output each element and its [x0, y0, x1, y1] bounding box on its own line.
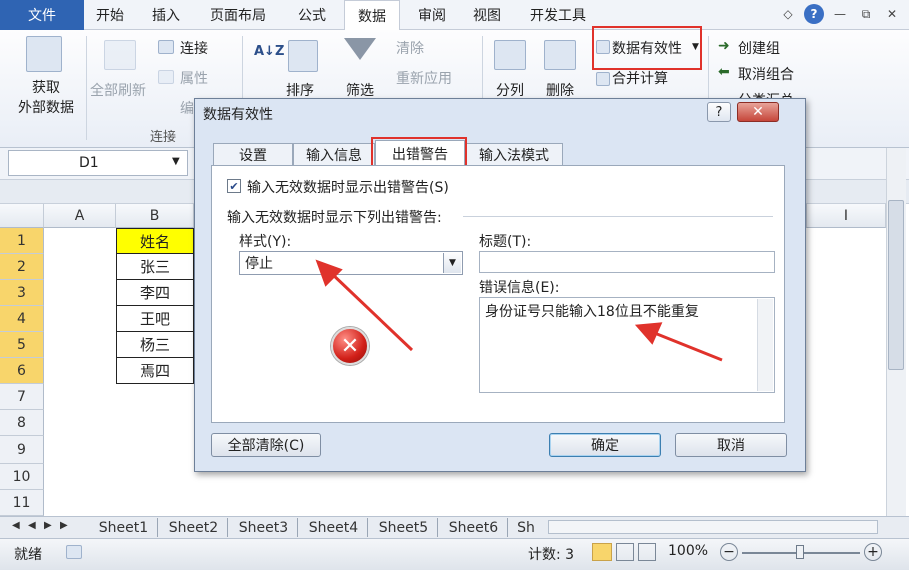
style-arrow — [315, 259, 414, 352]
annotation-arrows — [315, 259, 723, 362]
message-arrow — [634, 322, 723, 362]
